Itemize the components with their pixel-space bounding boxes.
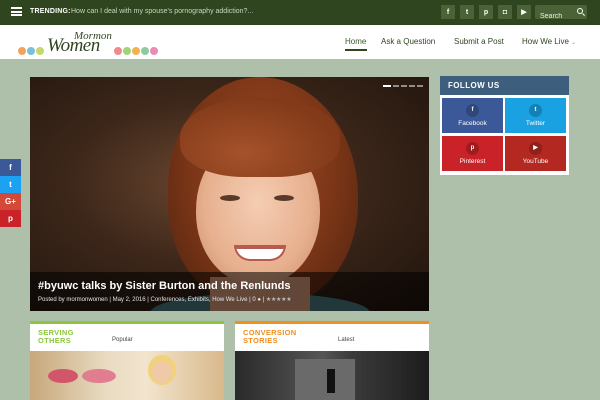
hamburger-menu-icon[interactable] [11, 7, 22, 16]
facebook-icon[interactable]: f [441, 5, 455, 19]
slide-caption: #byuwc talks by Sister Burton and the Re… [30, 272, 429, 311]
logo-women-text: Women [47, 35, 100, 56]
category-title-line2: OTHERS [38, 336, 72, 345]
chevron-down-icon: ⌄ [570, 40, 577, 46]
nav-how-we-live[interactable]: How We Live ⌄ [522, 37, 576, 46]
share-google-plus-icon[interactable]: G+ [0, 193, 21, 210]
search-box [535, 5, 587, 24]
thumbnail-archway [295, 359, 355, 400]
share-twitter-icon[interactable]: t [0, 176, 21, 193]
thumbnail-person-face [152, 361, 172, 383]
category-title[interactable]: SERVING OTHERS [38, 329, 74, 345]
follow-youtube-tile[interactable]: ▶ YouTube [505, 136, 566, 171]
nav-submit-a-post[interactable]: Submit a Post [454, 37, 504, 46]
slide-meta: Posted by mormonwomen | May 2, 2016 | Co… [38, 296, 292, 303]
logo-dots-right [114, 47, 158, 55]
category-accent-bar [235, 321, 429, 324]
nav-active-underline [345, 49, 367, 51]
category-title[interactable]: CONVERSION STORIES [243, 329, 296, 345]
category-box-conversion-stories: CONVERSION STORIES Latest [235, 321, 429, 400]
facebook-icon: f [466, 104, 479, 117]
site-logo[interactable]: Mormon Women [18, 30, 158, 56]
hero-photo-eye-right [274, 195, 294, 201]
trending-link[interactable]: How can I deal with my spouse's pornogra… [71, 8, 253, 15]
youtube-icon: ▶ [529, 142, 542, 155]
pinterest-icon: p [466, 142, 479, 155]
category-accent-bar [30, 321, 224, 324]
comment-icon: ● | [257, 297, 266, 303]
follow-twitter-tile[interactable]: t Twitter [505, 98, 566, 133]
hero-photo-bangs [180, 97, 340, 177]
share-pinterest-icon[interactable]: p [0, 210, 21, 227]
top-bar: TRENDING: How can I deal with my spouse'… [0, 0, 600, 25]
trending-label: TRENDING: [30, 8, 71, 15]
hero-photo-eye-left [220, 195, 240, 201]
instagram-icon[interactable]: ◘ [498, 5, 512, 19]
follow-facebook-label: Facebook [458, 120, 487, 127]
post-thumbnail[interactable] [30, 351, 224, 400]
slide-meta-text: Posted by mormonwomen | May 2, 2016 | Co… [38, 297, 256, 303]
logo-dots-left [18, 47, 44, 55]
featured-slider[interactable]: #byuwc talks by Sister Burton and the Re… [30, 77, 429, 311]
rating-stars: ★★★★★ [265, 297, 292, 303]
follow-pinterest-tile[interactable]: p Pinterest [442, 136, 503, 171]
category-box-serving-others: SERVING OTHERS Popular [30, 321, 224, 400]
follow-youtube-label: YouTube [522, 158, 549, 165]
follow-us-widget: FOLLOW US f Facebook t Twitter p Pintere… [440, 76, 569, 175]
twitter-icon[interactable]: t [460, 5, 474, 19]
share-facebook-icon[interactable]: f [0, 159, 21, 176]
thumbnail-figure [327, 369, 335, 393]
thumbnail-flowers-2 [82, 369, 116, 383]
youtube-icon[interactable]: ▶ [517, 5, 531, 19]
search-icon[interactable] [577, 8, 583, 14]
nav-home[interactable]: Home [345, 37, 366, 46]
pinterest-icon[interactable]: p [479, 5, 493, 19]
twitter-icon: t [529, 104, 542, 117]
tab-latest[interactable]: Latest [338, 337, 354, 343]
thumbnail-flowers [48, 369, 78, 383]
search-input[interactable] [535, 9, 575, 24]
follow-pinterest-label: Pinterest [459, 158, 486, 165]
nav-ask-a-question[interactable]: Ask a Question [381, 37, 435, 46]
follow-facebook-tile[interactable]: f Facebook [442, 98, 503, 133]
post-thumbnail[interactable] [235, 351, 429, 400]
top-social-icons: f t p ◘ ▶ [441, 5, 531, 19]
slider-pagination[interactable] [383, 85, 423, 87]
category-title-line2: STORIES [243, 336, 278, 345]
slide-title[interactable]: #byuwc talks by Sister Burton and the Re… [38, 280, 290, 292]
follow-us-title: FOLLOW US [440, 76, 569, 95]
tab-popular[interactable]: Popular [112, 337, 133, 343]
site-header: Mormon Women Home Ask a Question Submit … [0, 25, 600, 59]
follow-twitter-label: Twitter [525, 120, 546, 127]
hero-photo-smile [234, 245, 286, 261]
nav-how-we-live-label: How We Live [522, 37, 569, 46]
